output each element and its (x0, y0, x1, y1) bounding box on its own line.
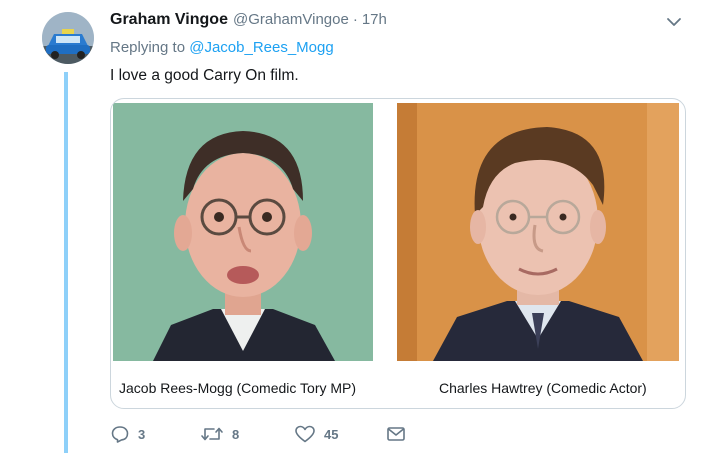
reply-count: 3 (138, 426, 146, 442)
reply-icon (110, 424, 130, 444)
left-caption: Jacob Rees-Mogg (Comedic Tory MP) (119, 380, 357, 396)
retweet-count: 8 (232, 426, 240, 442)
thread-connector-line (64, 72, 68, 453)
tweet-media-card[interactable]: Jacob Rees-Mogg (Comedic Tory MP) Charle… (110, 98, 686, 409)
like-button[interactable]: 45 (294, 423, 338, 445)
retweet-icon (200, 424, 224, 444)
retweet-button[interactable]: 8 (200, 423, 239, 445)
avatar[interactable] (42, 12, 94, 64)
chevron-down-icon[interactable] (664, 14, 684, 30)
avatar-image (42, 12, 94, 64)
direct-message-button[interactable] (386, 423, 406, 445)
replying-prefix: Replying to (110, 39, 186, 56)
replying-to-line: Replying to @Jacob_Rees_Mogg (110, 39, 334, 56)
right-caption: Charles Hawtrey (Comedic Actor) (439, 380, 647, 396)
author-handle[interactable]: @GrahamVingoe (233, 11, 349, 28)
reply-button[interactable]: 3 (110, 423, 145, 445)
author-name[interactable]: Graham Vingoe (110, 11, 228, 29)
heart-icon (294, 424, 316, 444)
tweet-actions-bar: 3 8 45 (110, 423, 410, 445)
left-portrait-photo (113, 103, 373, 361)
separator-dot: · (352, 11, 358, 28)
timestamp[interactable]: 17h (362, 11, 387, 28)
tweet-text: I love a good Carry On film. (110, 67, 299, 84)
envelope-icon (386, 424, 406, 444)
mention-link[interactable]: @Jacob_Rees_Mogg (189, 39, 333, 56)
right-portrait-photo (397, 103, 679, 361)
tweet-header: Graham Vingoe @GrahamVingoe · 17h (110, 11, 387, 31)
like-count: 45 (324, 426, 339, 442)
